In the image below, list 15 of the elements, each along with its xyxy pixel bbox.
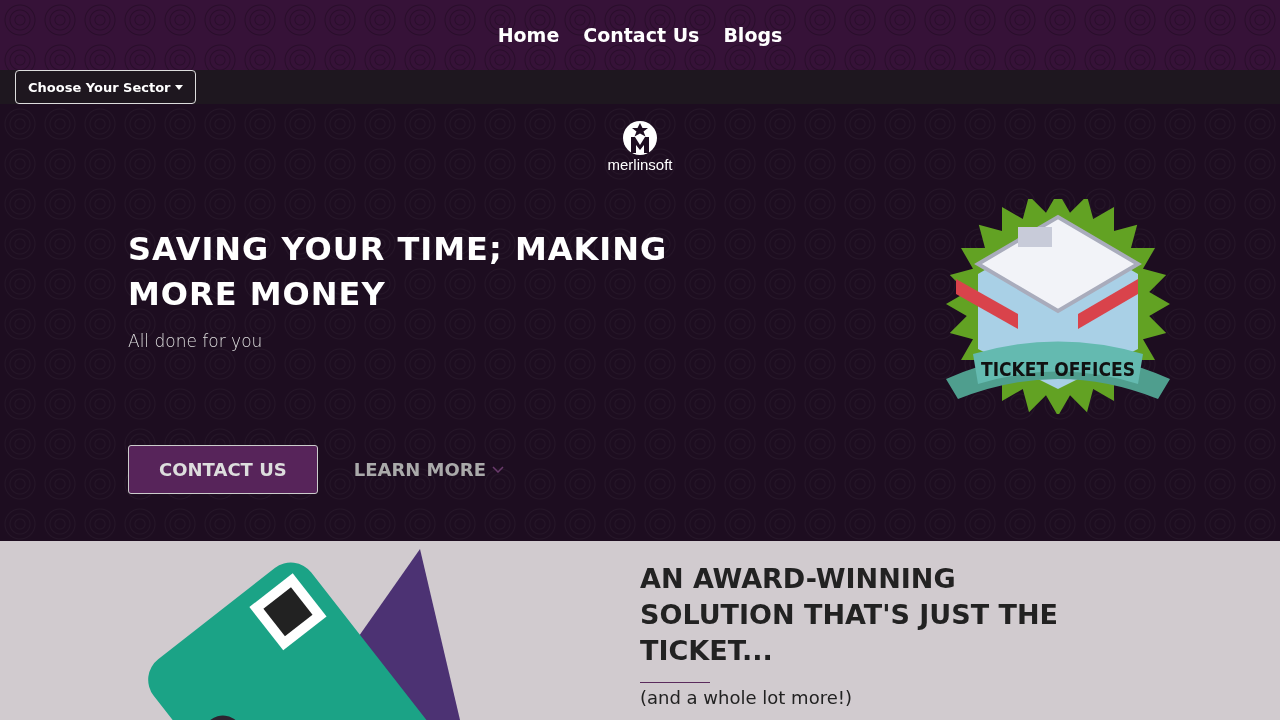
nav-link[interactable]: Blogs <box>723 24 783 46</box>
badge-label: TICKET OFFICES <box>981 358 1135 380</box>
learn-more-link[interactable]: LEARN MORE <box>353 459 504 480</box>
hero-title: SAVING YOUR TIME; MAKING MORE MONEY <box>128 229 669 315</box>
chevron-down-icon <box>492 466 504 473</box>
sector-dropdown[interactable]: Choose Your Sector <box>15 70 196 104</box>
hero-subtitle: All done for you <box>128 331 264 351</box>
nav-link[interactable]: Home <box>497 24 560 46</box>
logo-wordmark: merlinsoft <box>607 156 673 173</box>
feature-subtitle: (and a whole lot more!) <box>640 687 853 708</box>
logo-icon <box>622 121 658 155</box>
contact-button[interactable]: CONTACT US <box>128 445 318 494</box>
caret-icon <box>174 84 183 90</box>
feature-title: AN AWARD-WINNING SOLUTION THAT'S JUST THE TICKET... <box>640 562 1059 668</box>
nav-link[interactable]: Contact Us <box>583 24 700 46</box>
